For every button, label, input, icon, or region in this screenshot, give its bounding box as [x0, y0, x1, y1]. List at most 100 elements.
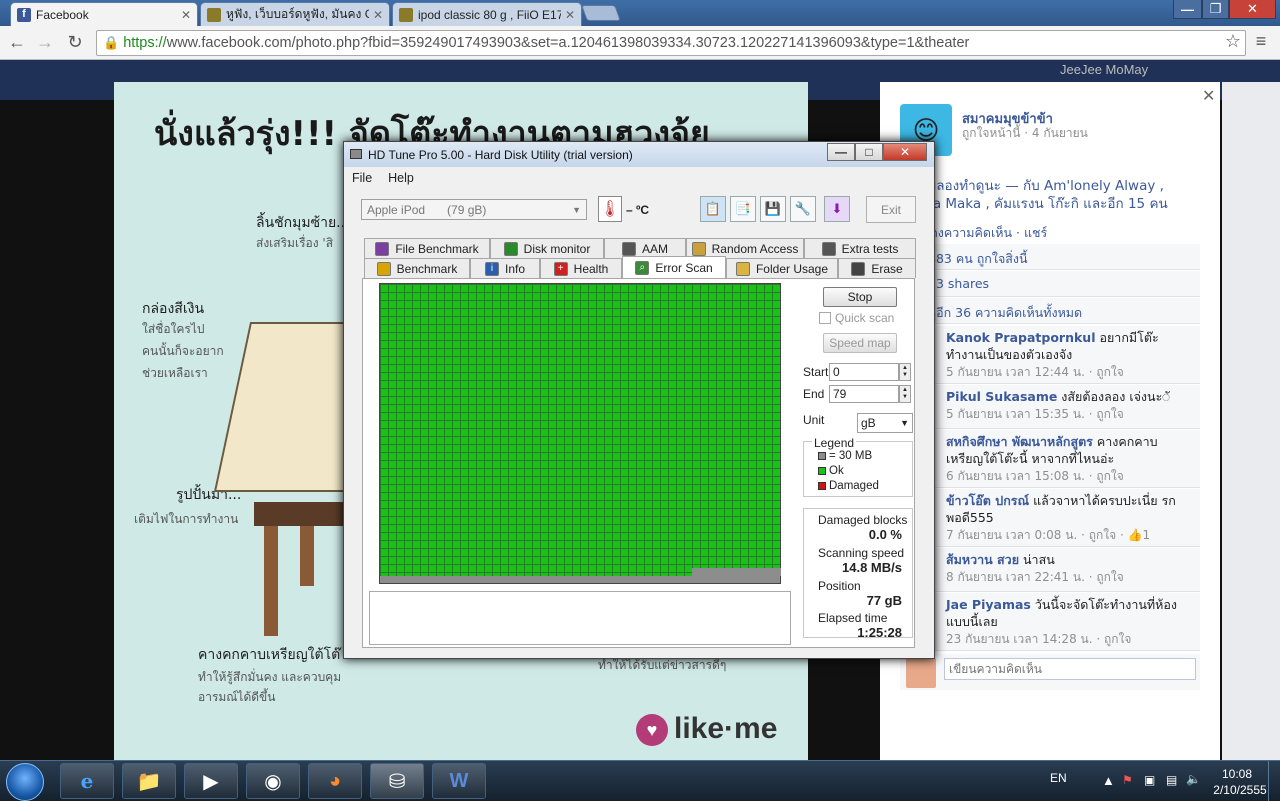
tab-label: Erase [871, 261, 903, 276]
volume-icon[interactable]: 🔈 [1186, 772, 1201, 786]
save-icon[interactable]: 💾 [760, 196, 786, 222]
drive-select[interactable]: Apple iPod (79 gB) ▼ [361, 199, 587, 220]
tab-extra-tests[interactable]: Extra tests [804, 238, 916, 258]
tab-close-icon[interactable]: ✕ [373, 8, 383, 22]
comment-author[interactable]: ส้มหวาน สวย [946, 552, 1019, 567]
like-count[interactable]: 483 คน ถูกใจสิ่งนี้ [900, 244, 1200, 270]
comment-input[interactable] [944, 658, 1196, 680]
exit-button[interactable]: Exit [866, 196, 916, 223]
copy-screenshot-icon[interactable]: 📑 [730, 196, 756, 222]
start-button[interactable] [6, 763, 44, 801]
menu-wrench-icon[interactable]: ≡ [1250, 31, 1272, 52]
comment-item: Jae Piyamas วันนี้จะจัดโต๊ะทำงานที่ห้องแ… [900, 593, 1200, 651]
end-spinner[interactable]: ▲ ▼ [899, 385, 911, 403]
hdtune-menubar: File Help [344, 168, 934, 190]
unit-select[interactable]: gB ▼ [857, 413, 913, 433]
browser-tab-headphone[interactable]: หูฟัง, เว็บบอร์ดหูฟัง, มันคง Ga ✕ [200, 2, 390, 26]
tab-info[interactable]: i Info [470, 258, 540, 278]
comment-item: สหกิจศึกษา พัฒนาหลักสูตร คางคกคาบเหรียญใ… [900, 430, 1200, 488]
random-access-icon [691, 241, 706, 256]
download-icon[interactable]: ⬇ [824, 196, 850, 222]
speed-map-button[interactable]: Speed map [823, 333, 897, 353]
browser-tab-ipod[interactable]: ipod classic 80 g , FiiO E17 ✕ [392, 2, 582, 26]
comment-author[interactable]: Pikul Sukasame [946, 389, 1057, 404]
comment-author[interactable]: สหกิจศึกษา พัฒนาหลักสูตร [946, 434, 1093, 449]
back-arrow-icon[interactable]: ← [6, 32, 28, 53]
hdtune-taskbar-icon[interactable]: ⛁ [370, 763, 424, 799]
tray-expand-icon[interactable]: ▲ [1102, 773, 1115, 788]
start-input[interactable]: 0 [829, 363, 899, 381]
clock-date[interactable]: 2/10/2555 [1208, 783, 1272, 797]
tab-benchmark[interactable]: Benchmark [364, 258, 470, 278]
hdtune-maximize-button[interactable]: □ [855, 143, 883, 161]
tab-label: Facebook [36, 7, 89, 22]
callout-sub-horse: เติมไฟในการทำงาน [134, 512, 239, 526]
callout-title-drawer: ลิ้นชักมุมซ้าย... [256, 215, 350, 231]
tab-row-2: Benchmark i Info + Health ⌕ Error Scan Fold… [364, 256, 916, 278]
copy-info-icon[interactable]: 📋 [700, 196, 726, 222]
tab-label: Disk monitor [523, 241, 591, 256]
share-count[interactable]: 33 shares [900, 271, 1200, 297]
menu-help[interactable]: Help [380, 168, 422, 190]
tab-error-scan[interactable]: ⌕ Error Scan [622, 256, 726, 278]
hdtune-title: HD Tune Pro 5.00 - Hard Disk Utility (tr… [368, 147, 633, 162]
tab-aam[interactable]: AAM [604, 238, 686, 258]
action-center-icon[interactable]: ⚑ [1122, 773, 1133, 787]
comment-author[interactable]: Kanok Prapatpornkul [946, 330, 1096, 345]
forward-arrow-icon[interactable]: → [34, 32, 56, 53]
tab-erase[interactable]: Erase [838, 258, 916, 278]
tab-folder-usage[interactable]: Folder Usage [726, 258, 838, 278]
callout-sub-silver-box-3: ช่วยเหลือเรา [142, 366, 208, 380]
language-indicator[interactable]: EN [1050, 771, 1067, 785]
hdtune-window: HD Tune Pro 5.00 - Hard Disk Utility (tr… [343, 141, 935, 659]
close-theater-icon[interactable]: ✕ [1202, 86, 1215, 106]
bookmark-star-icon[interactable]: ☆ [1222, 31, 1244, 52]
callout-sub-toad-1: ทำให้รู้สึกมั่นคง และควบคุม [198, 670, 342, 684]
hdtune-minimize-button[interactable]: — [827, 143, 855, 161]
firefox-icon[interactable]: ◕ [308, 763, 362, 799]
post-text-line2: Chapa Maka , คัมแรงน โก๊ะกิ และอีก 15 คน [898, 196, 1168, 212]
close-window-button[interactable]: ✕ [1229, 0, 1276, 19]
comment-author[interactable]: ข้าวโอ๊ต ปกรณ์ [946, 493, 1029, 508]
address-bar[interactable]: 🔒 https://www.facebook.com/photo.php?fbi… [96, 30, 1246, 56]
reload-icon[interactable]: ↻ [64, 32, 86, 53]
damaged-blocks-value: 0.0 % [868, 527, 902, 542]
chrome-icon[interactable]: ◉ [246, 763, 300, 799]
internet-explorer-icon[interactable]: e [60, 763, 114, 799]
legend-swatch [818, 481, 826, 490]
info-icon: i [484, 261, 499, 276]
stop-button[interactable]: Stop [823, 287, 897, 307]
maximize-button[interactable]: ❐ [1202, 0, 1229, 19]
legend-label: Damaged [829, 480, 879, 492]
new-tab-button[interactable] [581, 5, 621, 21]
legend-item: Damaged [818, 480, 879, 492]
speaker-icon [621, 241, 636, 256]
comment-author[interactable]: Jae Piyamas [946, 597, 1031, 612]
clock-time[interactable]: 10:08 [1214, 767, 1260, 781]
network-icon[interactable]: ▤ [1166, 773, 1177, 787]
tab-disk-monitor[interactable]: Disk monitor [490, 238, 604, 258]
minimize-button[interactable]: — [1173, 0, 1202, 19]
show-desktop-button[interactable] [1268, 761, 1280, 801]
comment-item: ข้าวโอ๊ต ปกรณ์ แล้วจาหาได้ครบปะเนี่ย รกพ… [900, 489, 1200, 547]
quick-scan-checkbox[interactable]: Quick scan [819, 311, 894, 325]
view-all-comments-link[interactable]: ดูอีก 36 ความคิดเห็นทั้งหมด [900, 298, 1200, 324]
end-input[interactable]: 79 [829, 385, 899, 403]
tab-label: Error Scan [655, 260, 713, 275]
file-explorer-icon[interactable]: 📁 [122, 763, 176, 799]
system-tray: EN ▲ ⚑ ▣ ▤ 🔈 10:08 2/10/2555 [1040, 761, 1280, 801]
tab-health[interactable]: + Health [540, 258, 622, 278]
browser-tab-facebook[interactable]: f Facebook ✕ [10, 2, 198, 26]
tab-close-icon[interactable]: ✕ [565, 8, 575, 22]
tab-close-icon[interactable]: ✕ [181, 8, 191, 22]
device-icon[interactable]: ▣ [1144, 773, 1155, 787]
tab-random-access[interactable]: Random Access [686, 238, 804, 258]
media-player-icon[interactable]: ▶ [184, 763, 238, 799]
tab-file-benchmark[interactable]: File Benchmark [364, 238, 490, 258]
menu-file[interactable]: File [344, 168, 380, 190]
start-label: Start [803, 365, 829, 379]
options-icon[interactable]: 🔧 [790, 196, 816, 222]
hdtune-close-button[interactable]: ✕ [883, 143, 927, 161]
start-spinner[interactable]: ▲ ▼ [899, 363, 911, 381]
word-icon[interactable]: W [432, 763, 486, 799]
